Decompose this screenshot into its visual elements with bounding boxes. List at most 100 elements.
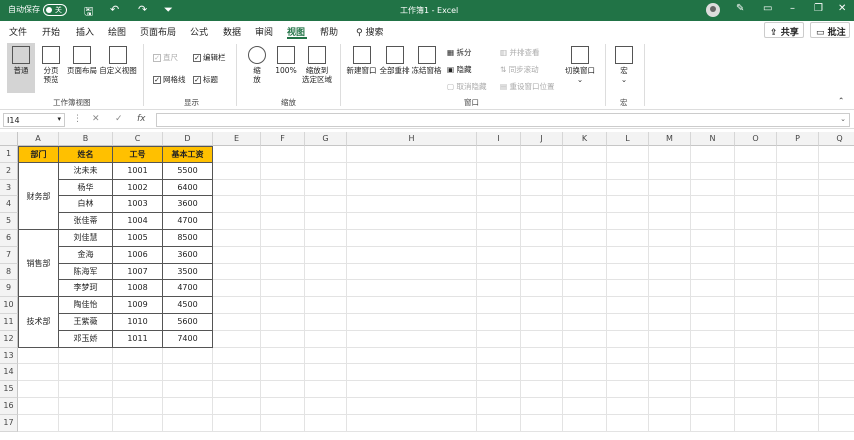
grid-cell[interactable] — [261, 280, 305, 298]
grid-cell[interactable] — [521, 414, 563, 432]
grid-cell[interactable] — [735, 213, 777, 230]
grid-cell[interactable] — [113, 364, 163, 382]
grid-cell[interactable] — [649, 162, 691, 180]
switch-windows-button[interactable]: 切换窗口 ⌄ — [562, 46, 598, 84]
grid-cell[interactable] — [305, 414, 347, 432]
table-header-cell[interactable]: 基本工资 — [163, 146, 213, 163]
grid-cell[interactable] — [261, 398, 305, 415]
column-header-O[interactable]: O — [735, 132, 777, 146]
grid-cell[interactable] — [691, 179, 735, 197]
grid-cell[interactable] — [691, 280, 735, 298]
tab-page-layout[interactable]: 页面布局 — [140, 25, 176, 38]
column-header-L[interactable]: L — [607, 132, 649, 146]
grid-cell[interactable] — [691, 213, 735, 230]
name-cell[interactable]: 李梦珂 — [59, 280, 113, 298]
grid-cell[interactable] — [477, 213, 521, 230]
grid-cell[interactable] — [777, 213, 819, 230]
grid-cell[interactable] — [819, 381, 854, 398]
grid-cell[interactable] — [649, 246, 691, 264]
id-cell[interactable]: 1007 — [113, 263, 163, 281]
column-header-B[interactable]: B — [59, 132, 113, 146]
salary-cell[interactable]: 4500 — [163, 297, 213, 314]
row-header-2[interactable]: 2 — [0, 162, 18, 180]
new-window-button[interactable]: 新建窗口 — [345, 46, 378, 75]
row-header-1[interactable]: 1 — [0, 146, 18, 163]
grid-cell[interactable] — [819, 398, 854, 415]
grid-cell[interactable] — [347, 146, 477, 163]
department-cell[interactable]: 财务部 — [18, 162, 59, 230]
grid-cell[interactable] — [691, 230, 735, 247]
grid-cell[interactable] — [261, 364, 305, 382]
table-header-cell[interactable]: 姓名 — [59, 146, 113, 163]
page-break-preview-button[interactable]: 分页 预览 — [38, 46, 64, 84]
grid-cell[interactable] — [691, 297, 735, 314]
grid-cell[interactable] — [735, 414, 777, 432]
grid-cell[interactable] — [735, 146, 777, 163]
grid-cell[interactable] — [347, 280, 477, 298]
grid-cell[interactable] — [563, 230, 607, 247]
tab-insert[interactable]: 插入 — [76, 25, 94, 38]
grid-cell[interactable] — [819, 348, 854, 365]
grid-cell[interactable] — [305, 246, 347, 264]
pen-icon[interactable]: ✎ — [736, 3, 744, 14]
grid-cell[interactable] — [819, 297, 854, 314]
salary-cell[interactable]: 6400 — [163, 179, 213, 197]
grid-cell[interactable] — [213, 280, 261, 298]
column-header-K[interactable]: K — [563, 132, 607, 146]
grid-cell[interactable] — [607, 263, 649, 281]
name-cell[interactable]: 白林 — [59, 196, 113, 214]
grid-cell[interactable] — [59, 398, 113, 415]
enter-icon[interactable]: ✓ — [115, 114, 123, 124]
grid-cell[interactable] — [777, 398, 819, 415]
grid-cell[interactable] — [777, 230, 819, 247]
grid-cell[interactable] — [563, 297, 607, 314]
column-header-H[interactable]: H — [347, 132, 477, 146]
grid-cell[interactable] — [521, 146, 563, 163]
salary-cell[interactable]: 5600 — [163, 314, 213, 331]
grid-cell[interactable] — [649, 330, 691, 348]
ribbon-display-icon[interactable]: ▭ — [763, 3, 772, 14]
grid-cell[interactable] — [261, 297, 305, 314]
grid-cell[interactable] — [305, 364, 347, 382]
grid-cell[interactable] — [607, 398, 649, 415]
grid-cell[interactable] — [305, 230, 347, 247]
grid-cell[interactable] — [607, 246, 649, 264]
grid-cell[interactable] — [213, 196, 261, 214]
column-header-P[interactable]: P — [777, 132, 819, 146]
id-cell[interactable]: 1009 — [113, 297, 163, 314]
grid-cell[interactable] — [607, 381, 649, 398]
grid-cell[interactable] — [563, 179, 607, 197]
grid-cell[interactable] — [347, 263, 477, 281]
column-header-I[interactable]: I — [477, 132, 521, 146]
grid-cell[interactable] — [649, 314, 691, 331]
grid-cell[interactable] — [347, 213, 477, 230]
grid-cell[interactable] — [607, 414, 649, 432]
grid-cell[interactable] — [691, 263, 735, 281]
grid-cell[interactable] — [305, 381, 347, 398]
grid-cell[interactable] — [735, 297, 777, 314]
id-cell[interactable]: 1008 — [113, 280, 163, 298]
grid-cell[interactable] — [261, 347, 305, 365]
name-cell[interactable]: 张佳蒂 — [59, 213, 113, 230]
grid-cell[interactable] — [59, 364, 113, 382]
grid-cell[interactable] — [777, 347, 819, 365]
name-cell[interactable]: 邓玉娇 — [59, 330, 113, 348]
view-side-by-side-button[interactable]: ▥ 并排查看 — [500, 47, 539, 58]
grid-cell[interactable] — [649, 381, 691, 398]
grid-cell[interactable] — [347, 230, 477, 247]
grid-cell[interactable] — [347, 196, 477, 214]
grid-cell[interactable] — [18, 364, 59, 382]
grid-cell[interactable] — [305, 146, 347, 163]
grid-cell[interactable] — [477, 246, 521, 264]
grid-cell[interactable] — [477, 162, 521, 180]
grid-cell[interactable] — [649, 414, 691, 432]
grid-cell[interactable] — [735, 398, 777, 415]
page-layout-view-button[interactable]: 页面布局 — [65, 46, 99, 75]
grid-cell[interactable] — [819, 280, 854, 298]
arrange-all-button[interactable]: 全部重排 — [378, 46, 411, 75]
grid-cell[interactable] — [347, 414, 477, 432]
id-cell[interactable]: 1005 — [113, 230, 163, 247]
grid-cell[interactable] — [563, 330, 607, 348]
grid-cell[interactable] — [819, 213, 854, 230]
grid-cell[interactable] — [213, 414, 261, 432]
